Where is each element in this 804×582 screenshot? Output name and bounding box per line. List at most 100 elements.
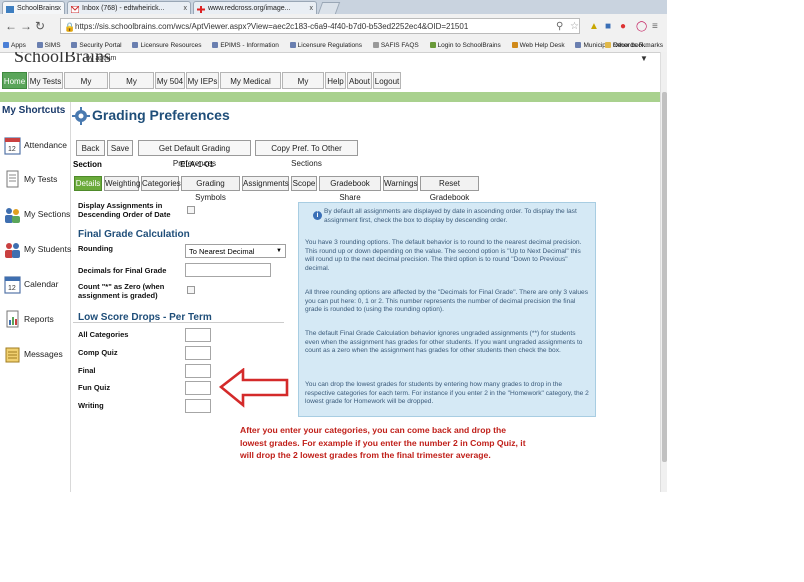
bookmark-item[interactable]: Licensure Regulations: [289, 39, 362, 52]
bookmark-icon: [36, 42, 43, 49]
tab-details[interactable]: Details: [74, 176, 102, 191]
scrollbar-thumb[interactable]: [662, 92, 667, 462]
back-button[interactable]: Back: [76, 140, 105, 156]
drop-input-writing[interactable]: [185, 399, 211, 413]
sidebar-item-messages[interactable]: Messages: [2, 343, 70, 367]
bookmark-label: Apps: [11, 42, 26, 49]
menu-icon[interactable]: ≡: [652, 21, 658, 32]
browser-tab-redcross[interactable]: www.redcross.org/image... x: [193, 1, 317, 14]
sidebar-item-calendar[interactable]: 12 Calendar: [2, 273, 70, 297]
tab-scope[interactable]: Scope: [291, 176, 317, 191]
bookmark-item[interactable]: Security Portal: [71, 39, 122, 52]
url-input[interactable]: 🔒 https://sis.schoolbrains.com/wcs/AptVi…: [60, 18, 580, 34]
menu-my-account[interactable]: My Account: [282, 72, 324, 103]
gear-icon: [72, 107, 90, 125]
menu-logout[interactable]: Logout: [373, 72, 401, 89]
browser-tab-title: Inbox (768) - edtwheirick...: [82, 5, 165, 12]
messages-icon: [4, 345, 21, 364]
menu-my-504[interactable]: My 504: [155, 72, 185, 89]
other-bookmarks[interactable]: Other bookmarks: [605, 39, 663, 52]
bookmark-item[interactable]: Web Help Desk: [511, 39, 565, 52]
close-tab-icon[interactable]: x: [58, 2, 62, 14]
count-zero-checkbox[interactable]: [187, 286, 195, 294]
document-icon: [4, 170, 21, 189]
category-label: Comp Quiz: [78, 348, 118, 357]
get-default-preferences-button[interactable]: Get Default Grading Preferences: [138, 140, 251, 168]
close-tab-icon[interactable]: x: [184, 2, 188, 14]
rounding-select[interactable]: To Nearest Decimal ▼: [185, 244, 286, 258]
tab-categories[interactable]: Categories: [141, 176, 181, 191]
menu-help[interactable]: Help: [325, 72, 346, 89]
tab-grading-symbols[interactable]: Grading Symbols: [181, 176, 240, 202]
browser-window: SchoolBrains x Inbox (768) - edtwheirick…: [0, 0, 667, 492]
tab-reset-gradebook[interactable]: Reset Gradebook: [420, 176, 479, 202]
bookmark-item[interactable]: Login to SchoolBrains: [429, 39, 501, 52]
search-icon[interactable]: ⚲: [556, 21, 563, 32]
menu-my-sections[interactable]: My Sections: [64, 72, 108, 103]
tab-gradebook-share[interactable]: Gradebook Share: [319, 176, 381, 202]
menu-my-students[interactable]: My Students: [109, 72, 154, 103]
display-descending-checkbox[interactable]: [187, 206, 195, 214]
sidebar-item-attendance[interactable]: 12 Attendance: [2, 134, 70, 158]
logo-byline: by aptium: [86, 55, 117, 62]
bookmark-apps[interactable]: Apps: [3, 39, 26, 52]
menu-my-medical-plans[interactable]: My Medical Plans: [220, 72, 281, 103]
category-label: Fun Quiz: [78, 383, 111, 392]
address-bar-row: ← → ↻ 🔒 https://sis.schoolbrains.com/wcs…: [0, 14, 667, 40]
sidebar-item-reports[interactable]: Reports: [2, 308, 70, 332]
bookmark-item[interactable]: Licensure Resources: [132, 39, 202, 52]
close-tab-icon[interactable]: x: [310, 2, 314, 14]
sidebar-item-label: Messages: [24, 349, 63, 359]
calendar-icon: 12: [4, 275, 21, 294]
tab-assignments[interactable]: Assignments: [242, 176, 289, 191]
menu-underline-bar: [0, 92, 660, 102]
forward-arrow-icon[interactable]: →: [20, 19, 32, 33]
extension-icon[interactable]: ▲: [589, 21, 599, 32]
browser-tab-title: www.redcross.org/image...: [208, 5, 291, 12]
drop-input-fun-quiz[interactable]: [185, 381, 211, 395]
drop-input-all-categories[interactable]: [185, 328, 211, 342]
browser-tab-schoolbrains[interactable]: SchoolBrains x: [2, 1, 65, 14]
bookmark-item[interactable]: SAFIS FAQS: [372, 39, 419, 52]
category-label: Writing: [78, 401, 104, 410]
tab-warnings[interactable]: Warnings: [383, 176, 418, 191]
sidebar-item-label: My Sections: [24, 209, 71, 219]
extension-icon[interactable]: ■: [605, 21, 611, 32]
folder-icon: [605, 42, 612, 49]
bookmark-star-icon[interactable]: ☆: [570, 21, 579, 32]
bookmark-item[interactable]: EPIMS - Information: [212, 39, 279, 52]
bookmark-icon: [429, 42, 436, 49]
sidebar-item-my-tests[interactable]: My Tests: [2, 168, 70, 192]
students-icon: [4, 240, 21, 259]
other-bookmarks-label: Other bookmarks: [613, 42, 663, 49]
new-tab-button[interactable]: [317, 2, 341, 14]
section-value: ELA-1-01: [180, 160, 214, 169]
sidebar-item-my-students[interactable]: My Students: [2, 238, 71, 262]
sidebar-item-my-sections[interactable]: My Sections: [2, 203, 70, 227]
bookmark-icon: [289, 42, 296, 49]
drop-input-final[interactable]: [185, 364, 211, 378]
reload-icon[interactable]: ↻: [35, 19, 45, 33]
info-paragraph: All three rounding options are affected …: [305, 289, 588, 314]
back-arrow-icon[interactable]: ←: [5, 19, 17, 33]
report-icon: [4, 310, 21, 329]
copy-preferences-button[interactable]: Copy Pref. To Other Sections: [255, 140, 358, 168]
pinterest-icon[interactable]: ◯: [636, 21, 647, 32]
page-scrollbar[interactable]: [660, 52, 667, 492]
save-button[interactable]: Save: [107, 140, 133, 156]
bookmark-item[interactable]: SIMS: [36, 39, 61, 52]
browser-tab-inbox[interactable]: Inbox (768) - edtwheirick... x: [67, 1, 191, 14]
tab-weighting[interactable]: Weighting: [104, 176, 140, 191]
menu-my-tests[interactable]: My Tests: [28, 72, 63, 89]
menu-home[interactable]: Home: [2, 72, 27, 89]
menu-my-ieps[interactable]: My IEPs: [186, 72, 219, 89]
bookmark-label: Security Portal: [79, 42, 122, 49]
extension-icon[interactable]: ●: [620, 21, 626, 32]
decimals-input[interactable]: [185, 263, 271, 277]
schoolbrains-logo: SchoolBrains by aptium: [14, 52, 144, 66]
drop-input-comp-quiz[interactable]: [185, 346, 211, 360]
menu-about[interactable]: About: [347, 72, 372, 89]
section-label: Section: [73, 160, 102, 169]
chevron-down-icon[interactable]: ▼: [640, 54, 648, 63]
page-title: Grading Preferences: [92, 107, 230, 123]
